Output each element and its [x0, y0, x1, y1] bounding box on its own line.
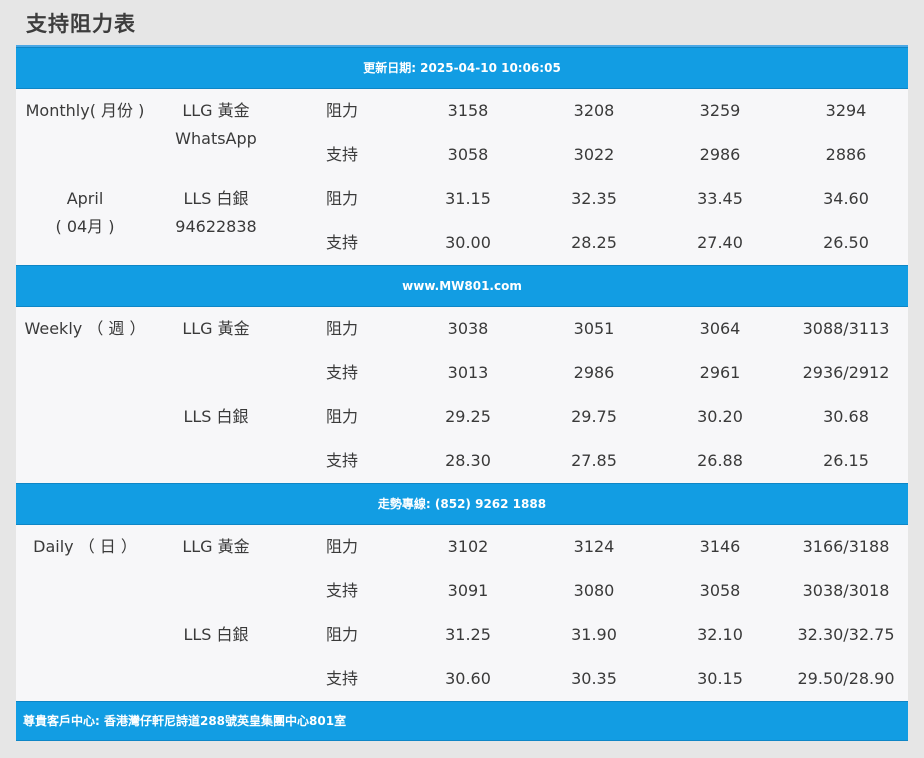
- row-type: 阻力: [325, 407, 358, 426]
- row-type: 支持: [325, 669, 358, 688]
- table-row: 阻力 31.25 31.90 32.10 32.30/32.75: [16, 613, 908, 657]
- value-cell: 30.20: [697, 407, 743, 426]
- value-cell: 3146: [699, 537, 741, 556]
- value-cell: 29.75: [571, 407, 617, 426]
- hotline-banner: 走勢專線: (852) 9262 1888: [16, 483, 908, 525]
- table-row: 支持 3013 2986 2961 2936/2912: [16, 351, 908, 395]
- row-type: 支持: [325, 145, 358, 164]
- value-cell: 3166/3188: [802, 537, 890, 556]
- value-cell: 3208: [573, 101, 615, 120]
- update-date-banner: 更新日期: 2025-04-10 10:06:05: [16, 47, 908, 89]
- table-row: 支持 3091 3080 3058 3038/3018: [16, 569, 908, 613]
- row-type: 支持: [325, 363, 358, 382]
- page-title: 支持阻力表: [26, 12, 136, 36]
- value-cell: 30.15: [697, 669, 743, 688]
- value-cell: 32.30/32.75: [797, 625, 895, 644]
- value-cell: 31.90: [571, 625, 617, 644]
- value-cell: 3058: [447, 145, 489, 164]
- value-cell: 34.60: [823, 189, 869, 208]
- value-cell: 27.85: [571, 451, 617, 470]
- value-cell: 3158: [447, 101, 489, 120]
- row-type: 阻力: [325, 625, 358, 644]
- value-cell: 31.15: [445, 189, 491, 208]
- value-cell: 30.68: [823, 407, 869, 426]
- value-cell: 3102: [447, 537, 489, 556]
- value-cell: 30.60: [445, 669, 491, 688]
- value-cell: 3080: [573, 581, 615, 600]
- monthly-section: Monthly( 月份 ) April ( 04月 ) LLG 黃金 Whats…: [16, 89, 908, 265]
- value-cell: 2961: [699, 363, 741, 382]
- website-banner: www.MW801.com: [16, 265, 908, 307]
- table-row: 阻力 31.15 32.35 33.45 34.60: [16, 177, 908, 221]
- row-type: 支持: [325, 581, 358, 600]
- table-row: 支持 28.30 27.85 26.88 26.15: [16, 439, 908, 483]
- value-cell: 3013: [447, 363, 489, 382]
- value-cell: 2886: [825, 145, 867, 164]
- value-cell: 26.50: [823, 233, 869, 252]
- table-row: 支持 30.60 30.35 30.15 29.50/28.90: [16, 657, 908, 701]
- value-cell: 28.30: [445, 451, 491, 470]
- daily-section: Daily （ 日 ） LLG 黃金 LLS 白銀 阻力 3102 3124 3…: [16, 525, 908, 701]
- row-type: 支持: [325, 233, 358, 252]
- value-cell: 3051: [573, 319, 615, 338]
- value-cell: 32.10: [697, 625, 743, 644]
- value-cell: 3064: [699, 319, 741, 338]
- support-resistance-table: 更新日期: 2025-04-10 10:06:05 Monthly( 月份 ) …: [16, 45, 908, 741]
- table-row: 支持 30.00 28.25 27.40 26.50: [16, 221, 908, 265]
- value-cell: 26.88: [697, 451, 743, 470]
- address-footer-banner: 尊貴客戶中心: 香港灣仔軒尼詩道288號英皇集團中心801室: [16, 701, 908, 741]
- value-cell: 3124: [573, 537, 615, 556]
- value-cell: 30.00: [445, 233, 491, 252]
- value-cell: 28.25: [571, 233, 617, 252]
- table-row: 阻力 29.25 29.75 30.20 30.68: [16, 395, 908, 439]
- value-cell: 2986: [573, 363, 615, 382]
- value-cell: 3294: [825, 101, 867, 120]
- value-cell: 31.25: [445, 625, 491, 644]
- row-type: 阻力: [325, 537, 358, 556]
- row-type: 阻力: [325, 319, 358, 338]
- value-cell: 3088/3113: [802, 319, 890, 338]
- value-cell: 2936/2912: [802, 363, 890, 382]
- table-row: 阻力 3038 3051 3064 3088/3113: [16, 307, 908, 351]
- value-cell: 26.15: [823, 451, 869, 470]
- table-row: 支持 3058 3022 2986 2886: [16, 133, 908, 177]
- weekly-section: Weekly （ 週 ） LLG 黃金 LLS 白銀 阻力 3038 3051 …: [16, 307, 908, 483]
- value-cell: 33.45: [697, 189, 743, 208]
- value-cell: 27.40: [697, 233, 743, 252]
- table-row: 阻力 3158 3208 3259 3294: [16, 89, 908, 133]
- table-row: 阻力 3102 3124 3146 3166/3188: [16, 525, 908, 569]
- row-type: 阻力: [325, 101, 358, 120]
- value-cell: 3022: [573, 145, 615, 164]
- value-cell: 30.35: [571, 669, 617, 688]
- value-cell: 32.35: [571, 189, 617, 208]
- value-cell: 3091: [447, 581, 489, 600]
- value-cell: 3038/3018: [802, 581, 890, 600]
- value-cell: 3259: [699, 101, 741, 120]
- row-type: 支持: [325, 451, 358, 470]
- value-cell: 2986: [699, 145, 741, 164]
- value-cell: 3038: [447, 319, 489, 338]
- row-type: 阻力: [325, 189, 358, 208]
- value-cell: 29.50/28.90: [797, 669, 895, 688]
- value-cell: 29.25: [445, 407, 491, 426]
- value-cell: 3058: [699, 581, 741, 600]
